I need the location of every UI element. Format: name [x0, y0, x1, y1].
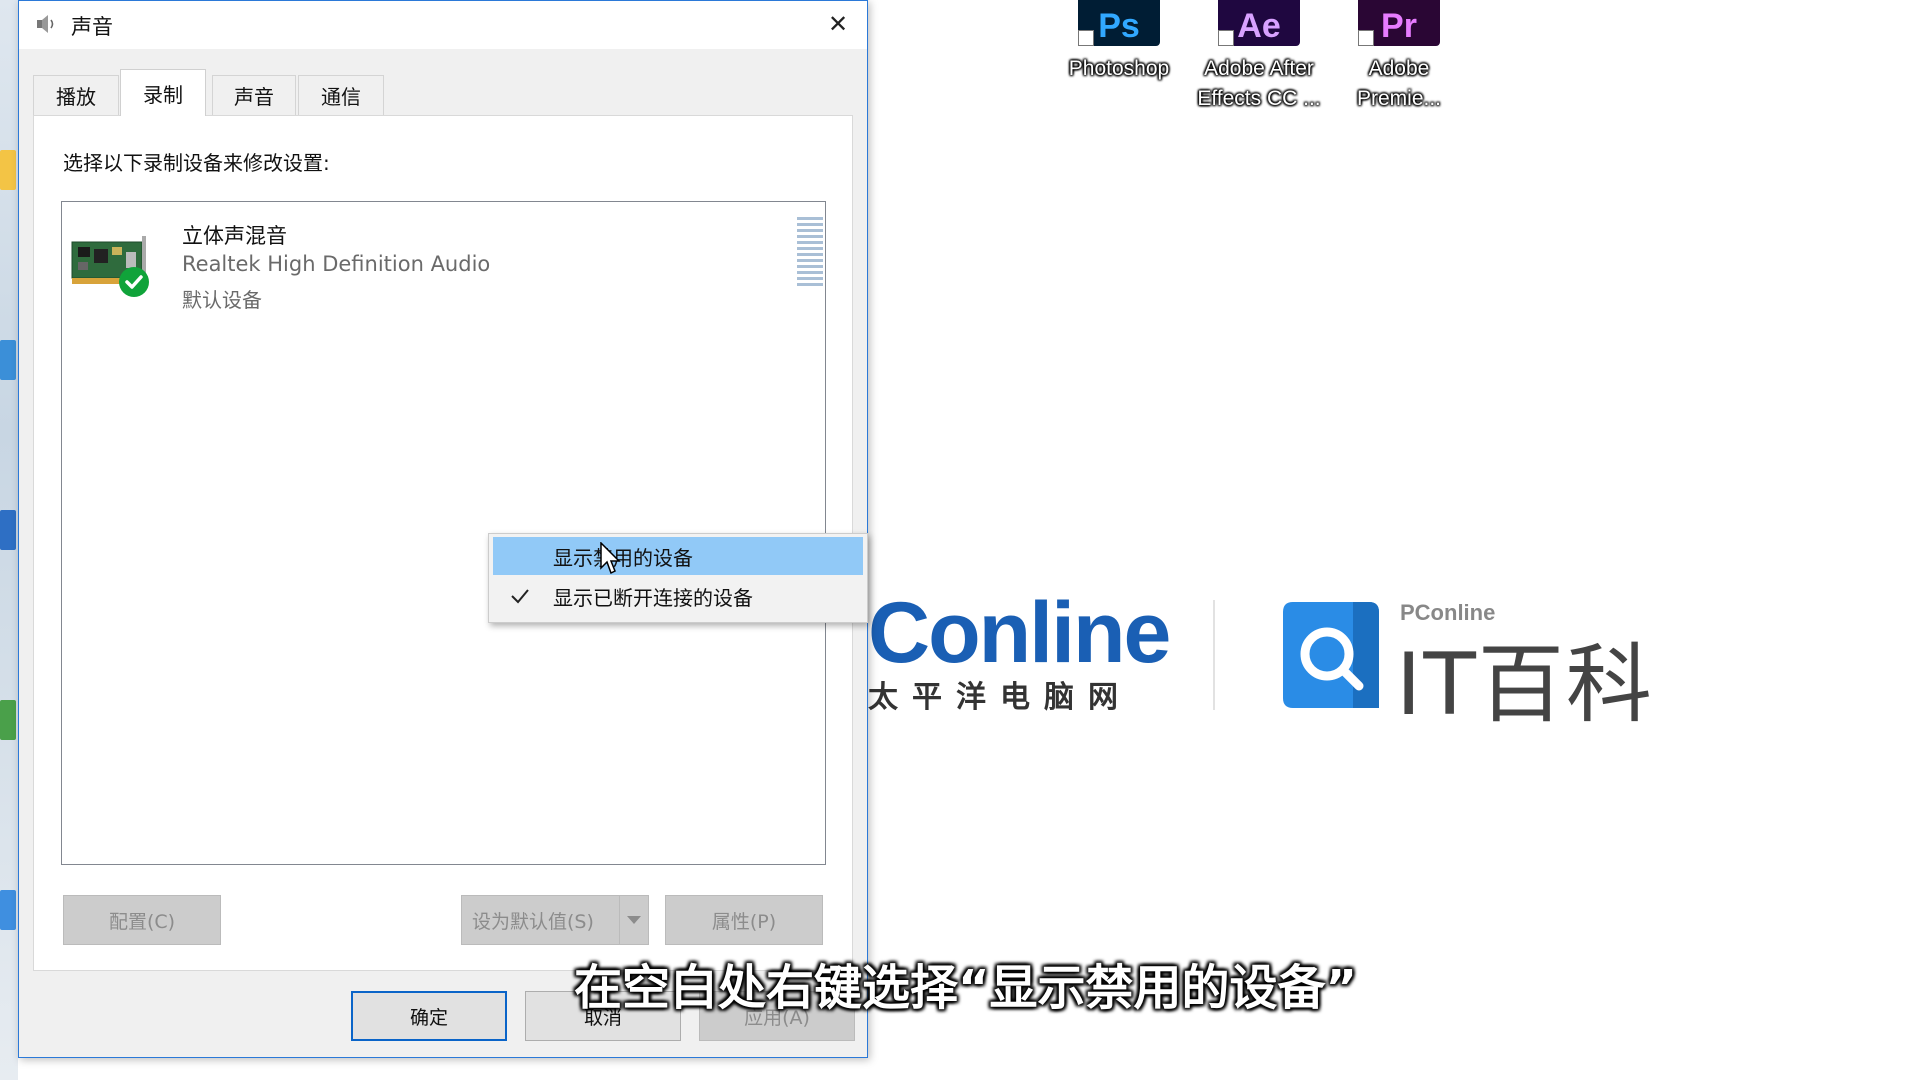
button-label: 配置(C): [108, 910, 176, 933]
desktop-icon-fragment: [0, 510, 16, 550]
desktop-icon-fragment: [0, 340, 16, 380]
menu-item-label: 显示已断开连接的设备: [553, 585, 753, 610]
shortcut-arrow-icon: [1078, 30, 1094, 46]
device-driver: Realtek High Definition Audio: [182, 252, 491, 276]
itbaike-search-icon: [1283, 602, 1379, 708]
video-subtitle: 在空白处右键选择“显示禁用的设备”: [574, 960, 1358, 1016]
shortcut-arrow-icon: [1218, 30, 1234, 46]
menu-item-show-disconnected[interactable]: 显示已断开连接的设备: [493, 577, 863, 615]
app-tile-text: Pr: [1381, 7, 1417, 45]
desktop-icon-fragment: [0, 700, 16, 740]
button-label: 确定: [409, 1006, 448, 1029]
tab-label: 声音: [234, 85, 274, 109]
tab-label: 录制: [143, 82, 183, 107]
device-item-stereo-mix[interactable]: 立体声混音 Realtek High Definition Audio 默认设备: [62, 202, 825, 322]
itbaike-title: IT百科: [1396, 635, 1654, 735]
tab-communications[interactable]: 通信: [298, 75, 384, 115]
after-effects-icon: Ae: [1218, 0, 1300, 46]
menu-item-show-disabled[interactable]: 显示禁用的设备: [493, 537, 863, 575]
app-tile-text: Ae: [1237, 7, 1281, 45]
device-status: 默认设备: [182, 288, 262, 312]
close-icon: ✕: [827, 10, 849, 38]
desktop-icon-after-effects[interactable]: Ae Adobe After Effects CC ...: [1189, 0, 1329, 114]
tab-label: 播放: [56, 85, 96, 109]
desktop-edge: [0, 0, 18, 1080]
desktop-icon-photoshop[interactable]: Ps Photoshop: [1049, 0, 1189, 84]
desktop-icon-premiere[interactable]: Pr Adobe Premie...: [1329, 0, 1469, 114]
pconline-chinese-name: 太平洋电脑网: [868, 680, 1132, 715]
set-default-button[interactable]: 设为默认值(S): [461, 895, 649, 945]
photoshop-icon: Ps: [1078, 0, 1160, 46]
context-menu: 显示禁用的设备 显示已断开连接的设备: [488, 533, 868, 623]
ok-button[interactable]: 确定: [351, 991, 507, 1041]
pconline-logo: Conline 太平洋电脑网: [868, 585, 1171, 716]
tab-recording[interactable]: 录制: [120, 69, 206, 116]
tab-sounds[interactable]: 声音: [212, 75, 296, 115]
label-line: Effects CC ...: [1197, 87, 1321, 110]
button-label: 属性(P): [711, 910, 777, 933]
device-name: 立体声混音: [182, 224, 287, 248]
desktop-icon-label: Adobe Premie...: [1329, 54, 1469, 114]
label-line: Adobe: [1368, 57, 1430, 80]
desktop-icon-label: Photoshop: [1049, 54, 1189, 84]
close-button[interactable]: ✕: [809, 1, 867, 47]
sound-dialog: 声音 ✕ 播放 录制 声音 通信 选择以下录制设备来修改设置: 立体声混音 Re…: [18, 0, 868, 1058]
tab-playback[interactable]: 播放: [33, 75, 119, 115]
instruction-text: 选择以下录制设备来修改设置:: [63, 151, 330, 175]
default-check-icon: [119, 267, 149, 297]
properties-button[interactable]: 属性(P): [665, 895, 823, 945]
premiere-icon: Pr: [1358, 0, 1440, 46]
menu-item-label: 显示禁用的设备: [553, 545, 693, 570]
label-line: Adobe After: [1204, 57, 1314, 80]
sound-card-icon: [71, 236, 149, 297]
title-bar[interactable]: 声音 ✕: [19, 1, 867, 49]
check-icon: [511, 589, 529, 604]
chevron-down-icon[interactable]: [619, 896, 648, 944]
speaker-icon: [37, 15, 54, 33]
configure-button[interactable]: 配置(C): [63, 895, 221, 945]
shortcut-arrow-icon: [1358, 30, 1374, 46]
mouse-cursor-icon: [600, 542, 621, 575]
label-line: Photoshop: [1068, 57, 1170, 80]
logo-divider: [1213, 600, 1215, 710]
tab-label: 通信: [321, 85, 361, 109]
desktop-icon-fragment: [0, 150, 16, 190]
label-line: Premie...: [1356, 87, 1442, 110]
level-meter: [797, 217, 823, 289]
desktop-icon-fragment: [0, 890, 16, 930]
pconline-wordmark: Conline: [868, 585, 1171, 681]
button-label: 设为默认值(S): [472, 910, 594, 933]
desktop-icon-label: Adobe After Effects CC ...: [1189, 54, 1329, 114]
app-tile-text: Ps: [1098, 7, 1140, 45]
window-title: 声音: [71, 15, 113, 39]
